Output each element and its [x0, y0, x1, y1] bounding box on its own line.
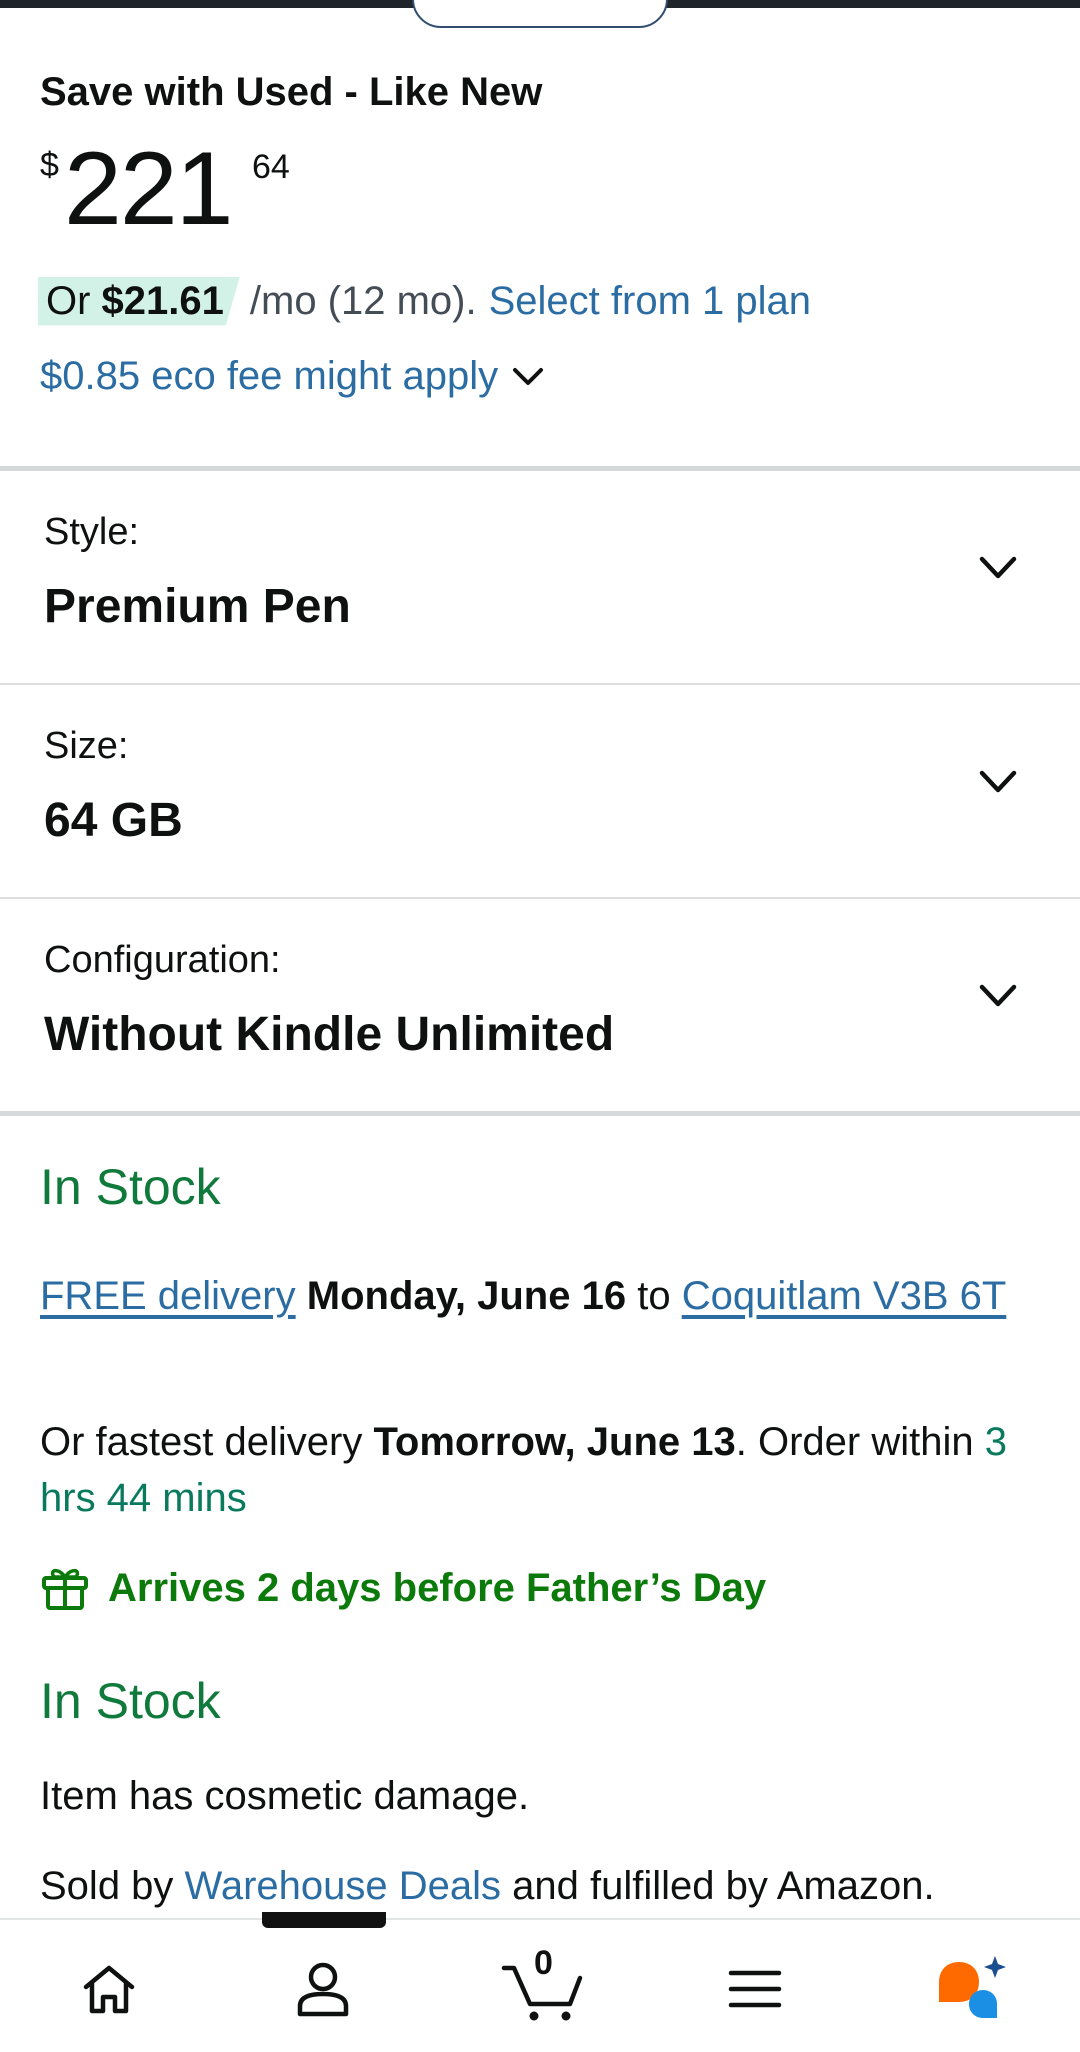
stock-status: In Stock — [40, 1673, 221, 1729]
fastest-delivery-date: Tomorrow, June 13 — [373, 1420, 736, 1464]
price-whole: 221 — [64, 131, 234, 247]
gift-icon — [42, 1568, 88, 1610]
chevron-down-icon — [513, 367, 544, 385]
nav-home[interactable] — [64, 1944, 154, 2034]
gift-message: Arrives 2 days before Father’s Day — [40, 1564, 766, 1612]
home-icon — [83, 1965, 135, 2014]
nav-menu[interactable] — [710, 1944, 800, 2034]
gift-message-text: Arrives 2 days before Father’s Day — [108, 1565, 767, 1610]
eco-fee-label: $0.85 eco fee might apply — [40, 354, 499, 398]
installment-term: /mo (12 mo). — [249, 278, 477, 323]
installment-prefix: Or — [46, 278, 102, 323]
stock-status: In Stock — [40, 1159, 221, 1215]
delivery-to: to — [637, 1274, 671, 1318]
fastest-delivery-prefix: Or fastest delivery — [40, 1420, 363, 1464]
price-fraction: 64 — [252, 148, 290, 186]
section-divider — [0, 1111, 1080, 1116]
eco-fee-toggle[interactable]: $0.85 eco fee might apply — [40, 354, 544, 399]
free-delivery-link[interactable]: FREE delivery — [40, 1274, 296, 1318]
installment-highlight: Or $21.61 — [38, 276, 240, 326]
cart-count: 0 — [534, 1944, 553, 1982]
configuration-selector[interactable]: Configuration: Without Kindle Unlimited — [0, 899, 1080, 1111]
size-value: 64 GB — [44, 794, 183, 847]
offer-title: Save with Used - Like New — [40, 70, 543, 114]
product-offer-page: Save with Used - Like New $ 221 64 Or $2… — [0, 0, 1080, 2052]
price-currency: $ — [40, 146, 59, 184]
chevron-down-icon — [979, 770, 1017, 793]
configuration-value: Without Kindle Unlimited — [44, 1008, 615, 1061]
delivery-location-link[interactable]: Coquitlam V3B 6T — [682, 1274, 1007, 1318]
sheet-handle[interactable] — [262, 1912, 386, 1928]
style-value: Premium Pen — [44, 580, 351, 633]
sold-by-prefix: Sold by — [40, 1864, 174, 1908]
configuration-label: Configuration: — [44, 939, 281, 981]
select-plan-link[interactable]: Select from 1 plan — [489, 279, 811, 324]
order-within-prefix: . Order within — [735, 1420, 974, 1464]
condition-note: Item has cosmetic damage. — [40, 1774, 530, 1818]
assistant-icon — [939, 1956, 1006, 2018]
delivery-info: FREE delivery Monday, June 16 to Coquitl… — [40, 1268, 1040, 1324]
chevron-down-icon — [979, 556, 1017, 579]
style-selector[interactable]: Style: Premium Pen — [0, 471, 1080, 683]
seller-info: Sold by Warehouse Deals and fulfilled by… — [40, 1858, 1040, 1914]
installment-line: Or $21.61 /mo (12 mo). Select from 1 pla… — [38, 276, 811, 326]
fastest-delivery-info: Or fastest delivery Tomorrow, June 13. O… — [40, 1414, 1040, 1526]
size-label: Size: — [44, 725, 129, 767]
fulfilled-suffix: and fulfilled by Amazon. — [512, 1864, 935, 1908]
seller-link[interactable]: Warehouse Deals — [185, 1864, 501, 1908]
style-label: Style: — [44, 511, 140, 553]
chevron-down-icon — [979, 984, 1017, 1007]
delivery-date: Monday, June 16 — [306, 1274, 627, 1318]
nav-cart[interactable]: 0 — [494, 1944, 594, 2034]
installment-amount: $21.61 — [101, 278, 224, 323]
bottom-nav: 0 — [0, 1920, 1080, 2052]
top-pill-button[interactable] — [412, 0, 668, 28]
size-selector[interactable]: Size: 64 GB — [0, 685, 1080, 897]
menu-icon — [728, 1970, 782, 2008]
nav-account[interactable] — [278, 1944, 368, 2034]
account-icon — [297, 1962, 349, 2017]
nav-assistant[interactable] — [928, 1944, 1018, 2034]
